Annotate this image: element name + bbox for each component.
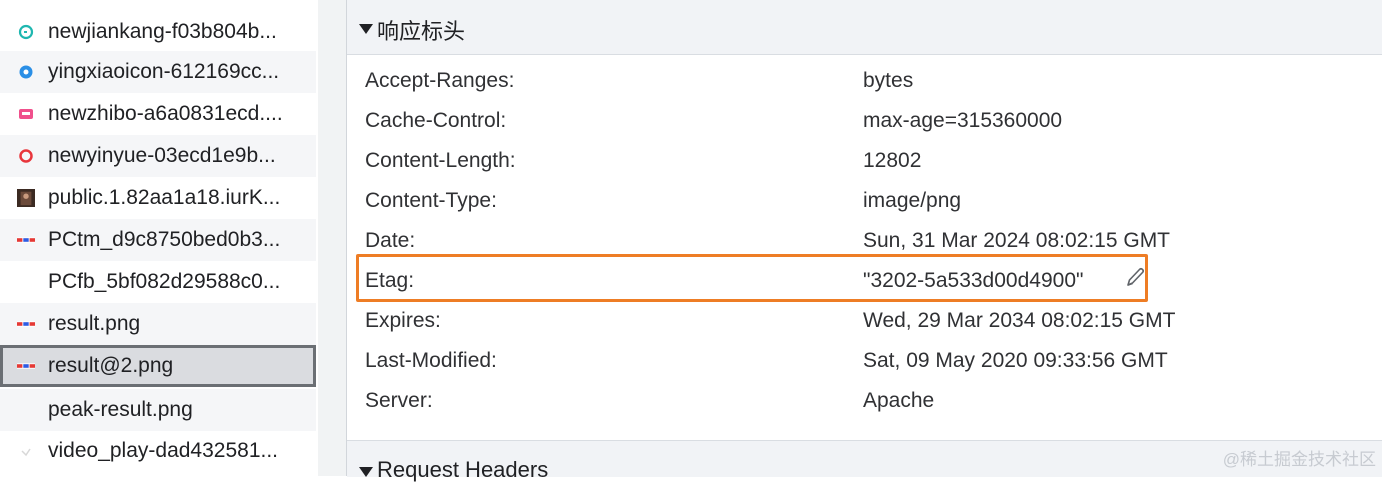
headers-panel: 响应标头 Accept-Ranges: bytes Cache-Control: ma… xyxy=(346,0,1382,482)
request-list-item[interactable]: video_play-dad432581... xyxy=(0,430,316,472)
zhibo-icon xyxy=(17,105,35,123)
request-list-item[interactable]: yingxiaoicon-612169cc... xyxy=(0,51,316,93)
header-key: Expires: xyxy=(365,309,441,332)
header-value[interactable]: Sat, 09 May 2020 09:33:56 GMT xyxy=(863,349,1168,373)
header-value[interactable]: Sun, 31 Mar 2024 08:02:15 GMT xyxy=(863,229,1170,253)
request-name: PCfb_5bf082d29588c0... xyxy=(48,270,281,293)
blank-icon xyxy=(17,401,35,419)
header-key: Content-Length: xyxy=(365,149,516,172)
request-headers-title: Request Headers xyxy=(377,457,549,482)
header-key: Server: xyxy=(365,389,433,412)
header-value[interactable]: max-age=315360000 xyxy=(863,109,1062,133)
response-headers-section-header[interactable]: 响应标头 xyxy=(347,0,1382,55)
header-key: Date: xyxy=(365,229,416,252)
header-value[interactable]: Apache xyxy=(863,389,934,413)
header-row: Accept-Ranges: bytes xyxy=(347,62,1382,102)
header-row: Last-Modified: Sat, 09 May 2020 09:33:56 … xyxy=(347,342,1382,382)
request-list-item[interactable]: result@2.png xyxy=(0,345,316,387)
request-list: newjiankang-f03b804b... yingxiaoicon-6121… xyxy=(0,0,318,476)
blank-icon xyxy=(17,273,35,291)
baidu-logo-icon xyxy=(17,357,35,375)
header-value[interactable]: image/png xyxy=(863,189,961,213)
request-name: public.1.82aa1a18.iurK... xyxy=(48,186,281,209)
yingxiao-icon xyxy=(17,63,35,81)
request-list-item[interactable]: newzhibo-a6a0831ecd.... xyxy=(0,93,316,135)
header-value[interactable]: bytes xyxy=(863,69,913,93)
request-name: result.png xyxy=(48,312,141,335)
request-name: newjiankang-f03b804b... xyxy=(48,20,277,43)
etag-highlight-box xyxy=(356,254,1148,302)
request-list-item[interactable]: peak-result.png xyxy=(0,389,316,431)
header-key: Cache-Control: xyxy=(365,109,507,132)
request-name: newyinyue-03ecd1e9b... xyxy=(48,144,276,167)
request-name: newzhibo-a6a0831ecd.... xyxy=(48,102,283,125)
request-name: yingxiaoicon-612169cc... xyxy=(48,60,280,83)
request-name: PCtm_d9c8750bed0b3... xyxy=(48,228,281,251)
request-name: peak-result.png xyxy=(48,398,193,421)
request-list-item[interactable]: result.png xyxy=(0,303,316,345)
header-row: Content-Type: image/png xyxy=(347,182,1382,222)
header-row: Server: Apache xyxy=(347,382,1382,422)
photo-thumbnail-icon xyxy=(17,189,35,207)
request-name: video_play-dad432581... xyxy=(48,439,279,462)
response-headers-title: 响应标头 xyxy=(377,19,466,44)
header-value[interactable]: 12802 xyxy=(863,149,921,173)
baidu-logo-icon xyxy=(17,231,35,249)
yinyue-icon xyxy=(17,147,35,165)
request-list-item[interactable]: newjiankang-f03b804b... xyxy=(0,11,316,53)
video-icon xyxy=(17,442,35,460)
header-key: Last-Modified: xyxy=(365,349,497,372)
request-list-item[interactable]: newyinyue-03ecd1e9b... xyxy=(0,135,316,177)
jiankang-icon xyxy=(17,23,35,41)
header-row: Content-Length: 12802 xyxy=(347,142,1382,182)
request-name: result@2.png xyxy=(48,354,174,377)
header-key: Accept-Ranges: xyxy=(365,69,515,92)
panel-divider[interactable] xyxy=(318,0,346,476)
edit-pencil-icon[interactable] xyxy=(1125,266,1145,288)
request-list-item[interactable]: PCfb_5bf082d29588c0... xyxy=(0,261,316,303)
baidu-logo-icon xyxy=(17,315,35,333)
request-list-item[interactable]: PCtm_d9c8750bed0b3... xyxy=(0,219,316,261)
header-value[interactable]: Wed, 29 Mar 2034 08:02:15 GMT xyxy=(863,309,1175,333)
header-row: Expires: Wed, 29 Mar 2034 08:02:15 GMT xyxy=(347,302,1382,342)
watermark: @稀土掘金技术社区 xyxy=(1222,450,1376,469)
header-key: Content-Type: xyxy=(365,189,497,212)
header-row: Cache-Control: max-age=315360000 xyxy=(347,102,1382,142)
request-list-item[interactable]: public.1.82aa1a18.iurK... xyxy=(0,177,316,219)
collapse-triangle-icon[interactable] xyxy=(359,24,373,34)
